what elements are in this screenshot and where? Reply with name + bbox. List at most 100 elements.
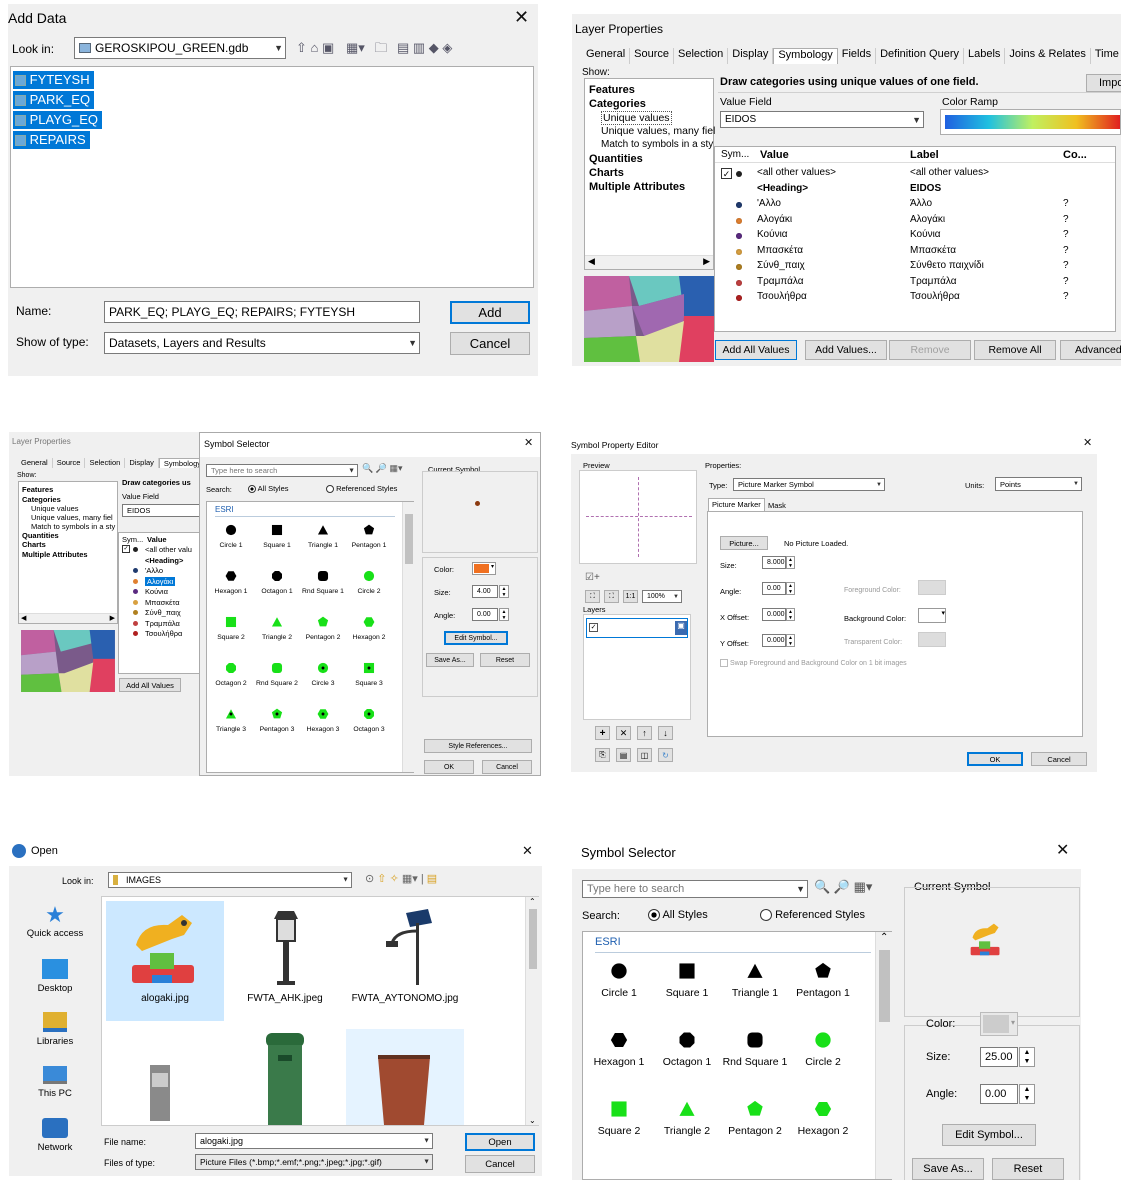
add-layer-icon[interactable]: + bbox=[595, 726, 610, 740]
symbol-swatch[interactable] bbox=[133, 631, 138, 636]
cancel-button[interactable]: Cancel bbox=[465, 1155, 535, 1173]
angle-input[interactable]: 0.00 bbox=[472, 608, 498, 621]
symbol-swatch[interactable] bbox=[133, 547, 138, 552]
symbol-cell[interactable]: Hexagon 2 bbox=[789, 1100, 857, 1138]
show-type-select[interactable]: Datasets, Layers and Results ▼ bbox=[104, 332, 420, 354]
renderer-tree[interactable]: Features Categories Unique values Unique… bbox=[18, 481, 118, 624]
file-item[interactable] bbox=[106, 1029, 224, 1125]
cancel-button[interactable]: Cancel bbox=[482, 760, 532, 774]
layer-lock-icon[interactable]: ▣ bbox=[675, 621, 687, 635]
symbol-gallery[interactable]: ESRI Circle 1 Square 1 Triangle 1 Pentagon … bbox=[582, 931, 892, 1180]
file-type-select[interactable]: Picture Files (*.bmp;*.emf;*.png;*.jpeg;… bbox=[195, 1154, 433, 1170]
home-icon[interactable]: ⌂ bbox=[311, 40, 319, 55]
x-offset-spinner[interactable]: ▲ ▼ bbox=[786, 608, 795, 621]
add-all-values-button[interactable]: Add All Values bbox=[119, 678, 181, 692]
column-header-value[interactable]: Value bbox=[760, 149, 789, 161]
arrow-right-icon[interactable]: ▶ bbox=[703, 256, 710, 269]
add-all-values-button[interactable]: Add All Values bbox=[715, 340, 797, 360]
table-row[interactable]: Τραμπάλα Τραμπάλα? bbox=[715, 275, 1115, 290]
new-folder-icon[interactable]: 🗀 bbox=[374, 40, 387, 55]
list-item[interactable]: REPAIRS bbox=[13, 131, 90, 149]
symbol-cell[interactable]: Triangle 2 bbox=[653, 1100, 721, 1138]
remove-button[interactable]: Remove bbox=[889, 340, 971, 360]
y-offset-spinner[interactable]: ▲ ▼ bbox=[786, 634, 795, 647]
symbol-swatch[interactable] bbox=[133, 599, 138, 605]
symbol-swatch[interactable] bbox=[133, 568, 138, 573]
search-input[interactable]: Type here to search ▼ bbox=[582, 880, 808, 898]
size-spinner[interactable]: ▲ ▼ bbox=[1019, 1047, 1035, 1067]
x-offset-input[interactable]: 0.000 bbox=[762, 608, 786, 621]
value-field-select[interactable]: EIDOS ▼ bbox=[720, 111, 924, 128]
file-name-input[interactable]: alogaki.jpg ▼ bbox=[195, 1133, 433, 1149]
symbol-cell[interactable]: Circle 2 bbox=[347, 570, 391, 595]
horizontal-scrollbar[interactable]: ◀ ▶ bbox=[19, 613, 117, 623]
tree-features[interactable]: Features bbox=[22, 485, 53, 494]
move-up-icon[interactable]: ↑ bbox=[637, 726, 652, 740]
up-icon[interactable]: ⇧ bbox=[377, 873, 386, 885]
place-desktop[interactable]: Desktop bbox=[11, 957, 99, 1007]
file-list[interactable]: FYTEYSH PARK_EQ PLAYG_EQ REPAIRS bbox=[10, 66, 534, 288]
symbol-cell[interactable]: Hexagon 1 bbox=[585, 1031, 653, 1069]
symbol-cell[interactable]: Octagon 1 bbox=[255, 570, 299, 595]
symbol-swatch[interactable] bbox=[736, 171, 742, 177]
advanced-search-icon[interactable]: 🔎 bbox=[376, 463, 387, 473]
cancel-button[interactable]: Cancel bbox=[1031, 752, 1087, 766]
table-row[interactable]: Μπασκέτα Μπασκέτα? bbox=[715, 244, 1115, 259]
symbol-cell[interactable]: Circle 1 bbox=[209, 524, 253, 549]
size-input[interactable]: 8.000 bbox=[762, 556, 786, 569]
tree-unique-many[interactable]: Unique values, many fiel bbox=[601, 125, 715, 137]
size-input[interactable]: 4.00 bbox=[472, 585, 498, 598]
tab-source[interactable]: Source bbox=[630, 48, 674, 64]
move-down-icon[interactable]: ↓ bbox=[658, 726, 673, 740]
symbol-cell[interactable]: Square 2 bbox=[585, 1100, 653, 1138]
tab-definition-query[interactable]: Definition Query bbox=[876, 48, 964, 64]
tab-general[interactable]: General bbox=[582, 48, 631, 64]
tab-time[interactable]: Time bbox=[1091, 48, 1121, 64]
all-styles-radio[interactable]: All Styles bbox=[248, 484, 289, 494]
list-item[interactable]: PARK_EQ bbox=[13, 91, 95, 109]
checkbox-icon[interactable]: ✓ bbox=[122, 545, 130, 553]
ok-button[interactable]: OK bbox=[424, 760, 474, 774]
symbol-cell[interactable]: Triangle 3 bbox=[209, 708, 253, 733]
arrow-left-icon[interactable]: ◀ bbox=[588, 256, 595, 269]
view-menu-icon[interactable]: ▦▾ bbox=[346, 40, 365, 55]
file-item[interactable]: FWTA_AHK.jpeg bbox=[226, 901, 344, 1021]
copy-layer-icon[interactable]: ⎘ bbox=[595, 748, 610, 762]
arrow-up-icon[interactable]: ⌃ bbox=[880, 932, 888, 943]
vertical-scrollbar[interactable]: ⌃ bbox=[875, 932, 892, 1179]
table-row[interactable]: Αλογάκι Αλογάκι? bbox=[715, 213, 1115, 228]
tree-categories[interactable]: Categories bbox=[589, 98, 646, 110]
units-select[interactable]: Points ▼ bbox=[995, 477, 1082, 491]
edit-symbol-button[interactable]: Edit Symbol... bbox=[444, 631, 508, 645]
close-icon[interactable]: ✕ bbox=[1056, 843, 1069, 859]
advanced-button[interactable]: Advanced bbox=[1060, 340, 1121, 360]
all-styles-radio[interactable]: All Styles bbox=[648, 909, 708, 922]
symbol-cell[interactable]: Octagon 1 bbox=[653, 1031, 721, 1069]
size-input[interactable]: 25.00 bbox=[980, 1047, 1018, 1067]
view-options-icon[interactable]: ▦▾ bbox=[854, 879, 873, 894]
symbol-cell[interactable]: Circle 3 bbox=[301, 662, 345, 687]
symbol-cell[interactable]: Square 1 bbox=[255, 524, 299, 549]
file-item[interactable]: alogaki.jpg bbox=[106, 901, 224, 1021]
angle-spinner[interactable]: ▲ ▼ bbox=[499, 608, 509, 621]
symbol-cell[interactable]: Triangle 2 bbox=[255, 616, 299, 641]
symbol-cell[interactable]: Pentagon 2 bbox=[721, 1100, 789, 1138]
tree-unique-values[interactable]: Unique values bbox=[31, 504, 79, 513]
tree-quantities[interactable]: Quantities bbox=[589, 153, 643, 165]
symbol-swatch[interactable] bbox=[133, 620, 138, 626]
symbol-cell[interactable]: Octagon 2 bbox=[209, 662, 253, 687]
table-row[interactable]: Κούνια Κούνια? bbox=[715, 228, 1115, 243]
color-ramp-select[interactable] bbox=[940, 109, 1121, 135]
symbol-cell[interactable]: Pentagon 1 bbox=[347, 524, 391, 549]
symbol-cell[interactable]: Pentagon 1 bbox=[789, 962, 857, 1000]
picture-button[interactable]: Picture... bbox=[720, 536, 768, 550]
layer-row[interactable]: ✓ ▣ bbox=[586, 618, 688, 638]
tree-unique-values[interactable]: Unique values bbox=[601, 111, 672, 125]
symbol-cell[interactable]: Rnd Square 2 bbox=[255, 662, 299, 687]
reset-layer-icon[interactable]: ↻ bbox=[658, 748, 673, 762]
angle-input[interactable]: 0.00 bbox=[980, 1084, 1018, 1104]
tree-charts[interactable]: Charts bbox=[22, 540, 46, 549]
clear-layer-icon[interactable]: ◫ bbox=[637, 748, 652, 762]
table-row[interactable]: ✓ <all other values> <all other values> bbox=[715, 166, 1115, 181]
catalog-icon[interactable]: ▤ ▥ ◆ ◈ bbox=[397, 40, 452, 55]
